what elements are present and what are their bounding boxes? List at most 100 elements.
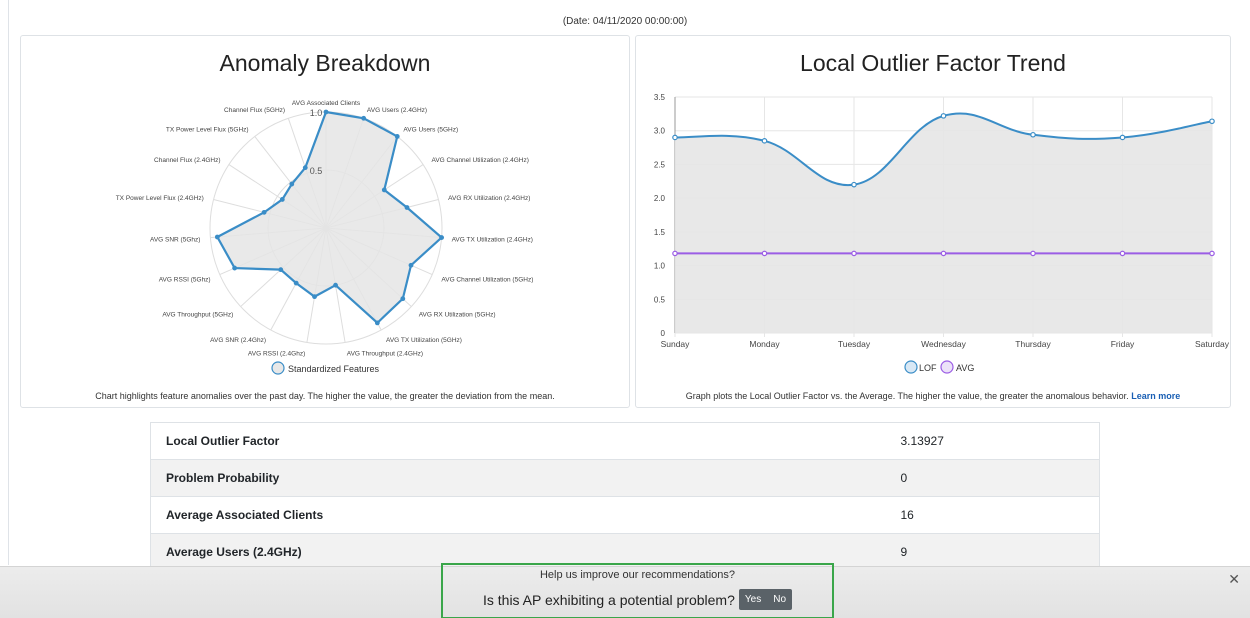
feedback-bar: Help us improve our recommendations? Is … <box>0 563 1250 618</box>
y-tick-label: 0.5 <box>654 295 666 304</box>
metrics-table: Local Outlier Factor 3.13927 Problem Proba… <box>150 422 1100 571</box>
lof-area <box>675 113 1212 333</box>
line-chart-caption: Graph plots the Local Outlier Factor vs.… <box>636 391 1230 401</box>
y-tick-label: 2.0 <box>654 194 666 203</box>
radar-point <box>404 205 410 210</box>
radar-point <box>293 280 299 286</box>
lof-trend-card: Local Outlier Factor Trend 0 0.5 1.0 1.5 2.0… <box>635 35 1231 408</box>
radar-category-label: AVG Channel Utilization (5GHz) <box>441 277 533 284</box>
radar-point <box>302 165 308 171</box>
radar-category-label: Channel Flux (2.4GHz) <box>154 157 220 164</box>
left-divider <box>8 0 9 565</box>
radar-point <box>408 262 414 268</box>
lof-point <box>1119 134 1126 141</box>
metric-label: Problem Probability <box>150 459 886 497</box>
radar-category-label: AVG Channel Utilization (2.4GHz) <box>431 157 528 164</box>
radar-category-label: AVG TX Utilization (5GHz) <box>386 337 462 344</box>
avg-legend-swatch <box>940 360 954 374</box>
radar-point <box>232 265 238 271</box>
avg-point <box>761 250 768 257</box>
feedback-button-group: Yes No <box>738 589 793 610</box>
radar-category-label: Channel Flux (5GHz) <box>224 107 285 114</box>
metric-value: 0 <box>885 459 1100 497</box>
avg-point <box>1209 250 1215 257</box>
x-tick-label: Wednesday <box>921 339 966 349</box>
y-tick-label: 3.0 <box>654 127 666 136</box>
x-tick-label: Monday <box>749 339 780 349</box>
radar-point <box>323 109 329 115</box>
radar-category-label: AVG TX Utilization (2.4GHz) <box>452 236 533 243</box>
radar-category-label: AVG SNR (2.4Ghz) <box>210 337 266 344</box>
radar-category-label: AVG RX Utilization (5GHz) <box>419 311 496 318</box>
avg-legend-label: AVG <box>956 363 974 373</box>
table-row: Average Associated Clients 16 <box>150 496 1100 534</box>
lof-point <box>1209 118 1215 125</box>
radar-category-label: AVG RSSI (5Ghz) <box>159 277 211 284</box>
metric-value: 16 <box>885 496 1100 534</box>
metric-value: 3.13927 <box>885 422 1100 460</box>
radar-point <box>439 235 445 240</box>
radar-category-label: AVG Throughput (2.4GHz) <box>347 350 423 357</box>
radar-category-label: AVG SNR (5Ghz) <box>150 236 200 243</box>
radar-legend-swatch <box>271 361 285 375</box>
date-label: (Date: 04/11/2020 00:00:00) <box>562 16 688 27</box>
lof-point <box>1030 131 1036 138</box>
radar-tick-label: 1.0 <box>310 108 323 118</box>
radar-point <box>261 209 267 215</box>
y-tick-label: 1.5 <box>654 228 666 237</box>
radar-series-area <box>215 110 444 325</box>
table-row: Problem Probability 0 <box>150 459 1100 497</box>
x-tick-label: Friday <box>1111 339 1135 349</box>
line-chart-caption-text: Graph plots the Local Outlier Factor vs.… <box>685 391 1129 401</box>
radar-point <box>333 282 338 288</box>
radar-category-label: AVG Users (5GHz) <box>403 127 458 134</box>
radar-chart: 1.0 0.5 AVG Associated Clients AVG Users (2… <box>116 100 533 375</box>
close-icon[interactable]: ✕ <box>1228 571 1240 588</box>
radar-point <box>361 115 367 121</box>
radar-point <box>214 234 220 240</box>
anomaly-breakdown-card: Anomaly Breakdown 1.0 0.5 AVG Associated C… <box>20 35 630 408</box>
x-tick-label: Thursday <box>1015 339 1051 349</box>
y-tick-label: 2.5 <box>654 160 666 169</box>
feedback-question-row: Is this AP exhibiting a potential proble… <box>443 589 832 610</box>
radar-point <box>374 320 380 326</box>
radar-category-label: AVG RX Utilization (2.4GHz) <box>448 195 530 202</box>
radar-category-label: AVG Users (2.4GHz) <box>367 107 427 114</box>
radar-category-label: AVG RSSI (2.4Ghz) <box>248 350 305 357</box>
radar-point <box>289 181 295 187</box>
avg-point <box>672 250 678 257</box>
avg-point <box>940 250 947 257</box>
radar-point <box>312 294 317 300</box>
no-button[interactable]: No <box>767 589 792 610</box>
metric-value: 9 <box>885 533 1100 571</box>
radar-point <box>279 197 285 202</box>
radar-legend-label: Standardized Features <box>288 364 380 374</box>
x-tick-label: Saturday <box>1195 339 1230 349</box>
radar-tick-label: 0.5 <box>310 166 323 176</box>
lof-point <box>761 138 768 144</box>
y-tick-label: 3.5 <box>654 93 666 102</box>
y-tick-label: 0 <box>661 329 666 338</box>
avg-point <box>1119 250 1126 257</box>
feedback-help-text: Help us improve our recommendations? <box>539 569 736 581</box>
lof-point <box>851 181 857 188</box>
line-chart: 0 0.5 1.0 1.5 2.0 2.5 3.0 3.5 Sunday Monday Tuesda… <box>654 93 1230 374</box>
x-tick-label: Sunday <box>661 339 691 349</box>
radar-category-label: AVG Associated Clients <box>292 100 361 107</box>
radar-category-label: AVG Throughput (5GHz) <box>162 311 233 318</box>
radar-category-label: TX Power Level Flux (5GHz) <box>166 127 249 134</box>
lof-point <box>940 113 947 119</box>
learn-more-link[interactable]: Learn more <box>1131 391 1180 401</box>
x-tick-label: Tuesday <box>838 339 871 349</box>
radar-point <box>394 134 400 139</box>
avg-point <box>1030 250 1036 257</box>
yes-button[interactable]: Yes <box>739 589 767 610</box>
radar-chart-caption: Chart highlights feature anomalies over … <box>95 391 555 401</box>
metric-label: Local Outlier Factor <box>150 422 886 460</box>
lof-legend-label: LOF <box>919 363 937 373</box>
feedback-question: Is this AP exhibiting a potential proble… <box>482 591 735 608</box>
lof-legend-swatch <box>904 360 918 374</box>
radar-point <box>400 296 406 302</box>
radar-category-label: TX Power Level Flux (2.4GHz) <box>116 195 204 202</box>
metric-label: Average Associated Clients <box>150 496 886 534</box>
